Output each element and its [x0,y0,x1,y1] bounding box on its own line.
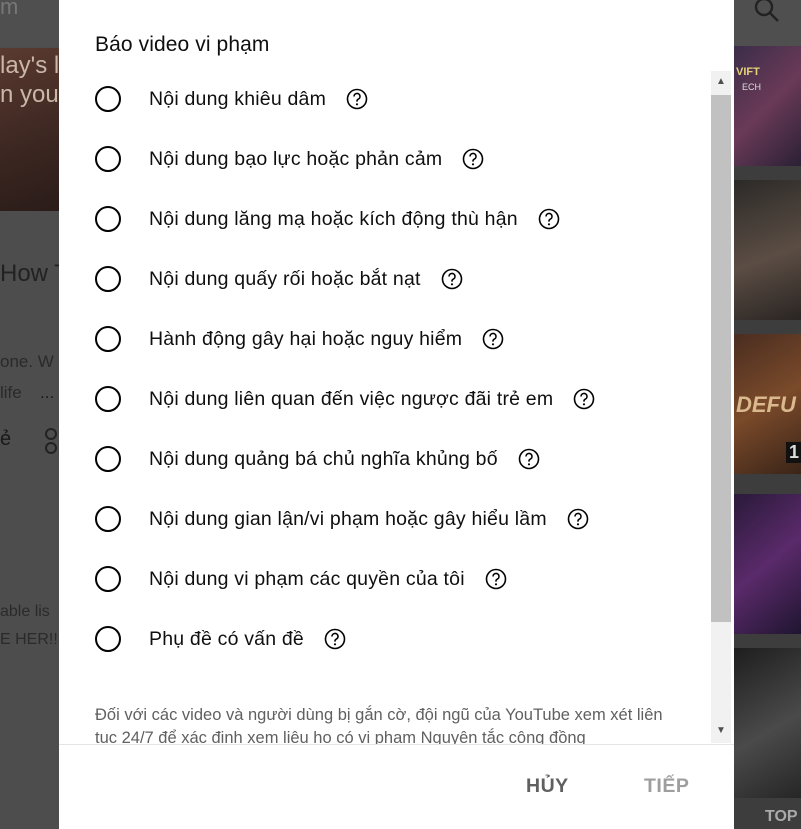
footer-divider [59,744,734,745]
recommendation-thumbnail [734,180,801,320]
radio-button[interactable] [95,386,121,412]
background-share-label: ẻ [0,428,12,450]
report-reason-label: Nội dung gian lận/vi phạm hoặc gây hiểu … [149,507,547,530]
help-circle-icon[interactable] [346,88,368,110]
radio-button[interactable] [95,326,121,352]
radio-button[interactable] [95,206,121,232]
help-circle-icon[interactable] [567,508,589,530]
background-show-more: ... [40,383,55,402]
radio-button[interactable] [95,86,121,112]
scrollbar-thumb[interactable] [711,95,731,622]
next-button[interactable]: TIẾP [644,775,689,798]
help-circle-icon[interactable] [441,268,463,290]
thumbnail-text: ECH [742,82,762,92]
search-icon [754,0,779,22]
scroll-up-arrow-icon[interactable]: ▲ [711,73,731,91]
report-reason-label: Nội dung bạo lực hoặc phản cảm [149,147,443,170]
report-reason-label: Nội dung quảng bá chủ nghĩa khủng bố [149,447,498,470]
help-circle-icon[interactable] [462,148,484,170]
thumbnail-text-line: n you [0,81,59,108]
radio-button[interactable] [95,626,121,652]
report-reason-label: Nội dung liên quan đến việc ngược đãi tr… [149,387,554,410]
thumbnail-text: TOP [765,808,798,825]
scroll-down-arrow-icon[interactable]: ▼ [711,722,731,740]
help-circle-icon[interactable] [573,388,595,410]
help-circle-icon[interactable] [485,568,507,590]
report-reason-option[interactable]: Nội dung lăng mạ hoặc kích động thù hận [95,189,715,249]
radio-button[interactable] [95,146,121,172]
radio-button[interactable] [95,506,121,532]
background-playlist-text: E HER!! [0,631,58,648]
report-reason-option[interactable]: Nội dung khiêu dâm [95,69,715,129]
background-playlist-text: able lis [0,603,50,620]
report-reason-label: Hành động gây hại hoặc nguy hiểm [149,327,463,350]
report-reason-option[interactable]: Nội dung quấy rối hoặc bắt nạt [95,249,715,309]
recommendation-thumbnail [734,494,801,634]
radio-button[interactable] [95,566,121,592]
thumbnail-text: DEFU [736,392,796,417]
report-reason-option[interactable]: Nội dung liên quan đến việc ngược đãi tr… [95,369,715,429]
thumbnail-text: VIFT [736,66,760,78]
report-reason-label: Nội dung vi phạm các quyền của tôi [149,567,465,590]
report-reason-option[interactable]: Phụ đề có vấn đề [95,609,715,669]
report-reason-label: Phụ đề có vấn đề [149,627,304,650]
thumbnail-duration: 1 [786,442,801,463]
thumbnail-text-line: lay's l [0,52,60,79]
scissors-icon [45,428,57,454]
help-circle-icon[interactable] [538,208,560,230]
review-policy-note: Đối với các video và người dùng bị gắn c… [95,706,663,744]
background-description: one. W [0,352,54,371]
recommendation-thumbnail [734,648,801,798]
report-reason-option[interactable]: Nội dung vi phạm các quyền của tôi [95,549,715,609]
report-reason-option[interactable]: Nội dung quảng bá chủ nghĩa khủng bố [95,429,715,489]
report-reason-label: Nội dung quấy rối hoặc bắt nạt [149,267,421,290]
background-logo-fragment: m [0,0,19,19]
report-video-dialog: Báo video vi phạm Nội dung khiêu dâm Nội… [59,0,734,829]
background-video-thumbnail: lay's l n you [0,48,60,211]
report-reason-label: Nội dung lăng mạ hoặc kích động thù hận [149,207,518,230]
help-circle-icon[interactable] [518,448,540,470]
report-reason-label: Nội dung khiêu dâm [149,87,327,110]
background-description: life [0,383,22,402]
dialog-title: Báo video vi phạm [95,33,270,56]
report-reason-option[interactable]: Nội dung gian lận/vi phạm hoặc gây hiểu … [95,489,715,549]
cancel-button[interactable]: HỦY [526,775,569,798]
radio-button[interactable] [95,266,121,292]
recommendation-thumbnail: DEFU 1 [734,334,801,474]
report-reason-option[interactable]: Nội dung bạo lực hoặc phản cảm [95,129,715,189]
report-reason-option[interactable]: Hành động gây hại hoặc nguy hiểm [95,309,715,369]
recommendation-thumbnail: VIFT ECH [734,46,801,166]
radio-button[interactable] [95,446,121,472]
help-circle-icon[interactable] [324,628,346,650]
help-circle-icon[interactable] [482,328,504,350]
